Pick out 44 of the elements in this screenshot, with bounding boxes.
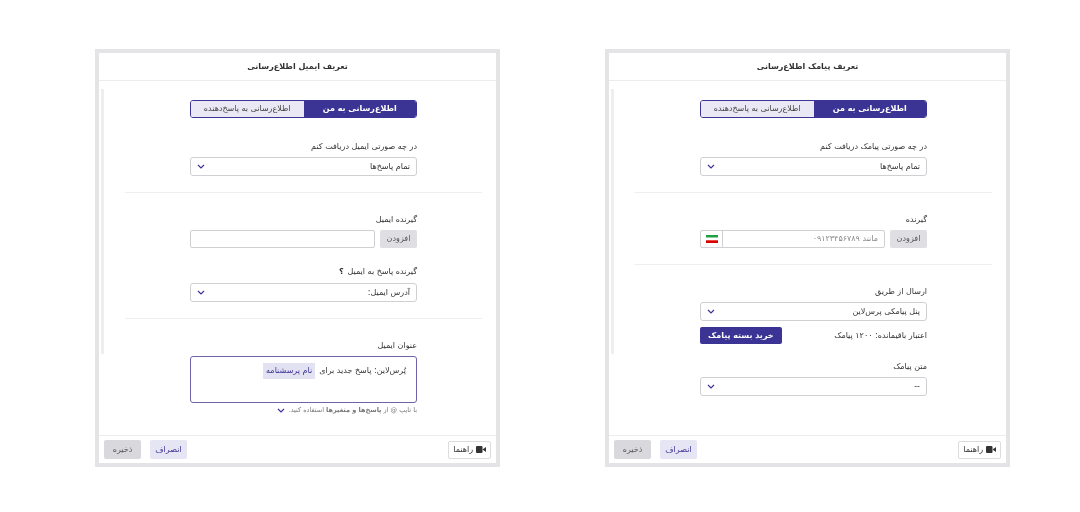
chevron-down-icon (197, 164, 205, 169)
dialog-title: تعریف پیامک اطلاع‌رسانی (756, 60, 859, 73)
tab[interactable]: اطلاع‌رسانی به پاسخ‌دهنده (701, 101, 814, 117)
field-label: ارسال از طریق (875, 287, 927, 297)
dialog-title: تعریف ایمیل اطلاع‌رسانی (247, 60, 348, 73)
tab[interactable]: اطلاع‌رسانی به من (303, 101, 416, 117)
cancel-button[interactable]: انصراف (660, 440, 697, 459)
field-label: گیرنده ایمیل (374, 215, 417, 225)
chevron-down-icon (276, 408, 285, 414)
dropdown[interactable]: پنل پیامکی پرس‌لاین (700, 302, 927, 321)
add-button[interactable]: افزودن (380, 230, 417, 248)
add-button[interactable]: افزودن (890, 230, 927, 248)
tab[interactable]: اطلاع‌رسانی به من (813, 101, 926, 117)
field-label: در چه صورتی پیامک دریافت کنم (820, 142, 927, 152)
buy-button[interactable]: خرید بسته پیامک (700, 327, 782, 344)
field-label: گیرنده پاسخ به ایمیل (347, 267, 417, 277)
save-button[interactable]: ذخیره (104, 440, 141, 459)
cancel-button[interactable]: انصراف (150, 440, 187, 459)
flag-icon (705, 235, 718, 243)
field-label: متن پیامک (893, 362, 927, 372)
dropdown[interactable]: تمام پاسخ‌ها (190, 157, 417, 176)
chevron-down-icon (707, 309, 715, 314)
variable-chip: نام پرسشنامه (263, 363, 316, 379)
tab[interactable]: اطلاع‌رسانی به پاسخ‌دهنده (191, 101, 304, 117)
video-camera-icon (476, 446, 486, 453)
video-camera-icon (986, 446, 996, 453)
dropdown[interactable]: آدرس ایمیل: (190, 283, 417, 302)
field-label: در چه صورتی ایمیل دریافت کنم (311, 142, 417, 152)
dropdown[interactable]: -- (700, 377, 927, 396)
credit-text: اعتبار باقیمانده: ۱۲۰۰ پیامک (834, 329, 927, 342)
guide-button[interactable]: راهنما (958, 440, 1001, 459)
chevron-down-icon (707, 164, 715, 169)
text-area[interactable]: پُرس‌لاین: پاسخ جدید برای نام پرسشنامه (190, 356, 417, 403)
text-content: پُرس‌لاین: پاسخ جدید برای (319, 365, 406, 377)
input-field[interactable] (190, 230, 375, 248)
save-button[interactable]: ذخیره (614, 440, 651, 459)
dropdown[interactable]: تمام پاسخ‌ها (700, 157, 927, 176)
field-label: عنوان ایمیل (376, 341, 417, 351)
guide-button[interactable]: راهنما (448, 440, 491, 459)
chevron-down-icon (197, 290, 205, 295)
field-label: گیرنده (904, 215, 927, 225)
chevron-down-icon (707, 384, 715, 389)
help-icon[interactable]: ؟ (338, 266, 344, 278)
input-field[interactable]: مانند ۰۹۱۲۳۴۵۶۷۸۹ (700, 230, 885, 248)
